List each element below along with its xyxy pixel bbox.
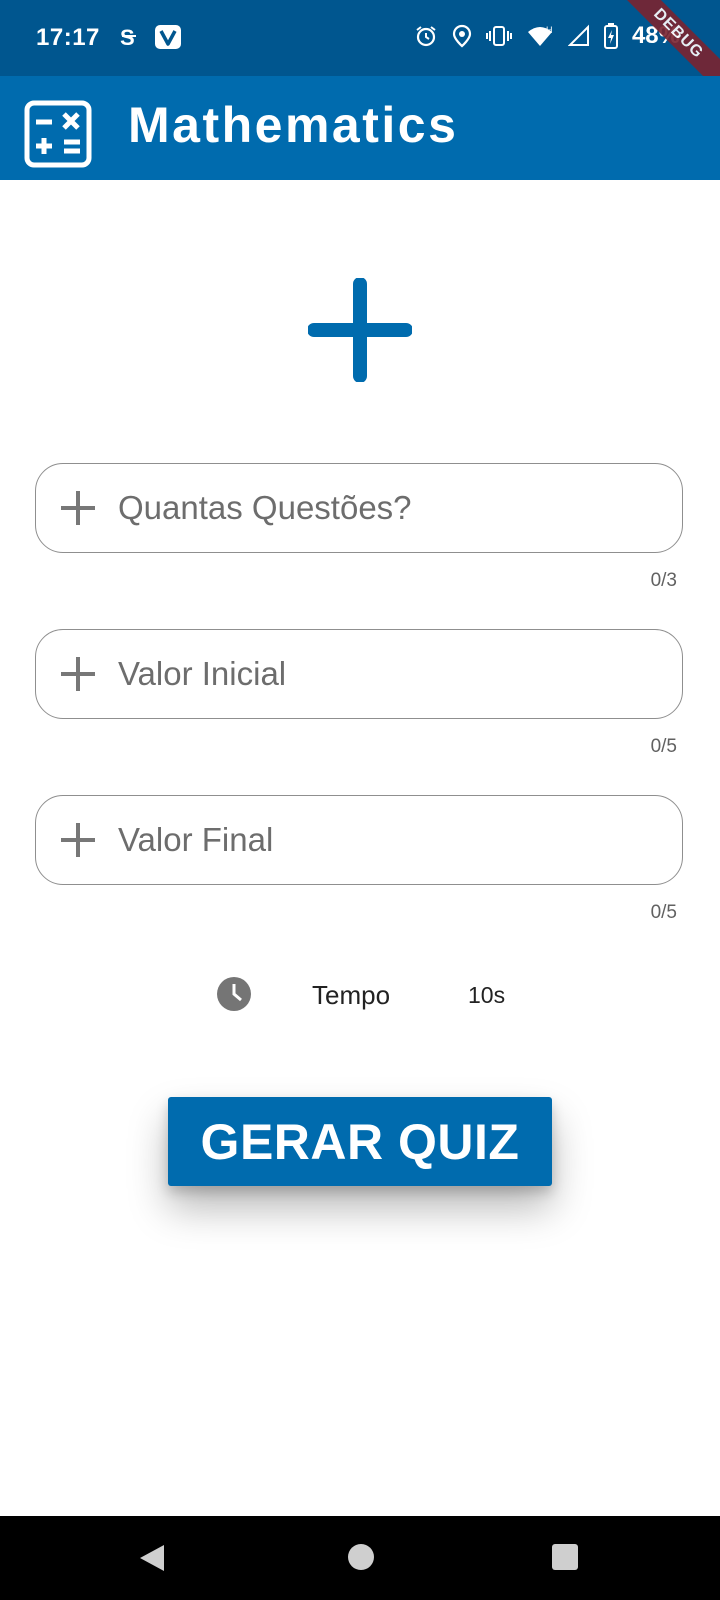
svg-text:S: S: [120, 25, 135, 50]
valor-inicial-field[interactable]: [35, 629, 683, 719]
home-icon[interactable]: [348, 1544, 374, 1570]
app-bar: Mathematics: [0, 76, 720, 180]
valor-inicial-counter: 0/5: [650, 736, 677, 757]
quantas-questoes-field-group: [35, 463, 685, 553]
battery-charging-icon: [603, 23, 618, 49]
tempo-label: Tempo: [312, 980, 391, 1010]
recents-icon[interactable]: [552, 1544, 578, 1570]
plus-icon: [61, 823, 95, 857]
tempo-row[interactable]: Tempo 10s: [0, 972, 720, 1016]
app-title: Mathematics: [128, 97, 459, 153]
status-bar: 17:17 S H 48% DEBUG: [0, 0, 720, 100]
plus-icon: [61, 491, 95, 525]
valor-inicial-input[interactable]: [118, 644, 682, 704]
valor-final-counter: 0/5: [650, 902, 677, 923]
svg-text:H: H: [546, 25, 553, 35]
valor-final-field[interactable]: [35, 795, 683, 885]
calculator-icon: [24, 100, 92, 168]
plus-icon: [308, 278, 412, 382]
status-right-icons: H 48%: [414, 22, 680, 50]
quantas-questoes-input[interactable]: [118, 478, 682, 538]
clock-icon: [217, 977, 251, 1011]
s-sim-icon: S: [120, 25, 136, 50]
plus-icon: [61, 657, 95, 691]
v-app-icon: [155, 25, 181, 49]
status-time: 17:17: [36, 24, 100, 51]
signal-icon: [567, 24, 589, 46]
system-nav-bar: [0, 1516, 720, 1600]
quantas-questoes-field[interactable]: [35, 463, 683, 553]
valor-final-field-group: [35, 795, 685, 885]
valor-final-input[interactable]: [118, 810, 682, 870]
location-icon: [452, 24, 472, 48]
alarm-icon: [416, 26, 436, 47]
back-icon[interactable]: [138, 1544, 166, 1572]
wifi-icon: H: [527, 25, 553, 46]
tempo-value[interactable]: 10s: [468, 982, 505, 1009]
gerar-quiz-button[interactable]: GERAR QUIZ: [168, 1097, 552, 1186]
valor-inicial-field-group: [35, 629, 685, 719]
status-left-icons: S: [118, 24, 182, 50]
vibrate-icon: [485, 26, 512, 46]
quantas-questoes-counter: 0/3: [650, 570, 677, 591]
